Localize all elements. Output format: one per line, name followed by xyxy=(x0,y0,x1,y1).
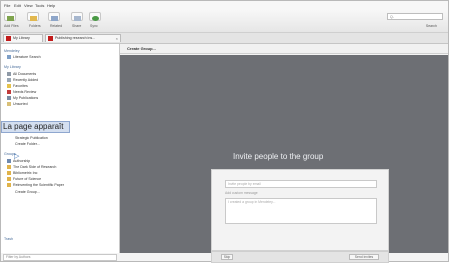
group-icon xyxy=(7,183,11,187)
toolbar: Add Files Folders Related Share Sync Q- … xyxy=(1,10,448,33)
search-label: Search xyxy=(425,24,437,28)
content-header: Create Group... xyxy=(120,44,448,54)
menu-bar: File Edit View Tools Help xyxy=(1,1,448,10)
sync-button[interactable] xyxy=(89,12,101,21)
sidebar-heading-mendeley: Mendeley xyxy=(4,49,20,53)
folder-icon xyxy=(30,16,37,21)
invite-title: Invite people to the group xyxy=(233,152,324,161)
review-icon xyxy=(7,90,11,94)
document-icon xyxy=(48,36,53,41)
menu-view[interactable]: View xyxy=(24,3,33,8)
tab-publishing-research[interactable]: Publishing research ins... × xyxy=(45,34,121,42)
sidebar-item-create-group[interactable]: Create Group... xyxy=(15,190,40,194)
custom-message-label: Add custom message xyxy=(225,191,258,195)
arrow-icon: ▷ xyxy=(14,153,20,160)
clock-icon xyxy=(7,78,11,82)
sidebar-item-all-documents[interactable]: All Documents xyxy=(13,72,36,76)
sidebar-item-favorites[interactable]: Favorites xyxy=(13,84,28,88)
related-icon xyxy=(51,16,58,21)
add-files-icon xyxy=(7,16,14,21)
sidebar-heading-my-library: My Library xyxy=(4,65,21,69)
menu-help[interactable]: Help xyxy=(47,3,55,8)
share-button[interactable] xyxy=(71,12,83,21)
invite-dialog: Invite people by email Add custom messag… xyxy=(211,169,389,251)
sidebar-item-literature-search[interactable]: Literature Search xyxy=(13,55,41,59)
share-icon xyxy=(74,16,81,21)
group-icon xyxy=(7,177,11,181)
sidebar-item-group[interactable]: Bibliometrix Inc xyxy=(13,171,37,175)
sidebar-item-recently-added[interactable]: Recently Added xyxy=(13,78,38,82)
share-label: Share xyxy=(72,24,82,28)
menu-tools[interactable]: Tools xyxy=(35,3,44,8)
documents-icon xyxy=(7,72,11,76)
sidebar: Mendeley Literature Search My Library Al… xyxy=(1,44,120,253)
search-input[interactable]: Q- xyxy=(387,13,443,20)
app-window: File Edit View Tools Help Add Files Fold… xyxy=(0,0,449,263)
sidebar-item-my-publications[interactable]: My Publications xyxy=(13,96,38,100)
related-label: Related xyxy=(50,24,63,28)
sidebar-item-group[interactable]: The Dark Side of Research xyxy=(13,165,56,169)
sync-label: Sync xyxy=(90,24,98,28)
sync-icon xyxy=(92,16,99,21)
sidebar-item-strategic-publication[interactable]: Strategic Publication xyxy=(15,136,48,140)
sidebar-item-group[interactable]: Reinventing the Scientific Paper xyxy=(13,183,64,187)
group-icon xyxy=(7,159,11,163)
group-icon xyxy=(7,165,11,169)
user-icon xyxy=(7,96,11,100)
tab-my-library[interactable]: My Library xyxy=(3,34,43,42)
sidebar-item-group[interactable]: Future of Science xyxy=(13,177,41,181)
sidebar-heading-trash[interactable]: Trash xyxy=(4,237,13,241)
menu-file[interactable]: File xyxy=(4,3,10,8)
related-button[interactable] xyxy=(48,12,60,21)
custom-message-textarea[interactable]: I created a group in Mendeley... xyxy=(225,198,377,224)
folders-label: Folders xyxy=(29,24,41,28)
mendeley-icon xyxy=(6,36,11,41)
sidebar-item-create-folder[interactable]: Create Folder... xyxy=(15,142,40,146)
skip-button[interactable]: Skip xyxy=(221,254,233,260)
folders-button[interactable] xyxy=(27,12,39,21)
sidebar-item-needs-review[interactable]: Needs Review xyxy=(13,90,36,94)
sidebar-item-unsorted[interactable]: Unsorted xyxy=(13,102,28,106)
star-icon xyxy=(7,84,11,88)
menu-edit[interactable]: Edit xyxy=(14,3,21,8)
close-icon[interactable]: × xyxy=(116,35,118,42)
send-invites-button[interactable]: Send invites xyxy=(349,254,379,260)
tab-label: My Library xyxy=(13,36,30,40)
dialog-footer: Skip Send invites xyxy=(211,251,389,263)
annotation-callout: La page apparaît xyxy=(1,121,70,133)
add-files-button[interactable] xyxy=(4,12,16,21)
folder-icon xyxy=(7,102,11,106)
add-files-label: Add Files xyxy=(4,24,19,28)
invite-email-input[interactable]: Invite people by email xyxy=(225,180,377,188)
tab-label: Publishing research ins... xyxy=(55,36,96,40)
filter-authors-select[interactable]: Filter by Authors xyxy=(3,254,117,261)
group-icon xyxy=(7,171,11,175)
search-icon xyxy=(7,55,11,59)
tab-bar: My Library Publishing research ins... × xyxy=(1,33,448,44)
